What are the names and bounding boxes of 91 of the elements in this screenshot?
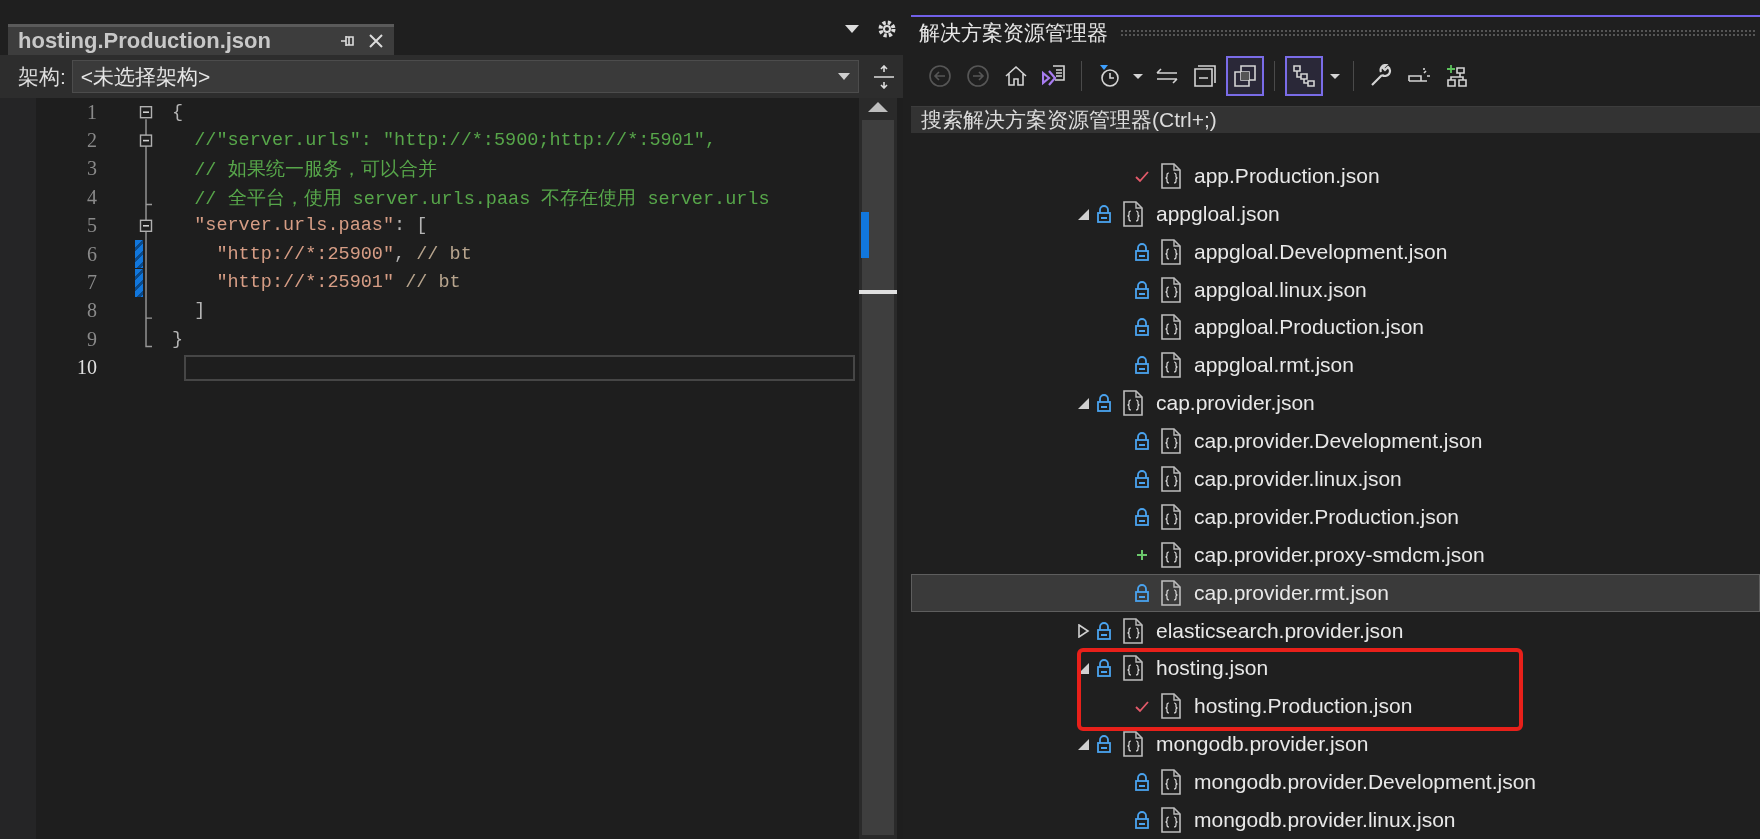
code-line: "server.urls.paas": [	[193, 215, 428, 237]
settings-icon[interactable]	[877, 19, 897, 39]
line-number: 7	[86, 271, 97, 295]
tree-item[interactable]: mongodb.provider.linux.json	[1194, 808, 1456, 833]
json-file-icon	[1160, 807, 1182, 834]
json-file-icon	[1160, 314, 1182, 341]
tree-item[interactable]: cap.provider.proxy-smdcm.json	[1194, 542, 1485, 567]
code-line: // 如果统一服务，可以合并	[193, 158, 437, 182]
fold-toggle[interactable]	[139, 106, 153, 119]
json-file-icon	[1160, 693, 1182, 720]
tree-item[interactable]: mongodb.provider.Development.json	[1194, 770, 1537, 795]
json-file-icon	[1160, 352, 1182, 379]
panel-title: 解决方案资源管理器	[919, 19, 1108, 46]
fold-toggle[interactable]	[139, 134, 153, 147]
scrollbar[interactable]	[859, 98, 897, 839]
tree-item[interactable]: cap.provider.json	[1156, 391, 1315, 416]
code-line: ]	[193, 300, 206, 322]
collapsed-arrow-icon[interactable]	[1076, 623, 1090, 638]
json-file-icon	[1160, 276, 1182, 303]
tree-item[interactable]: cap.provider.linux.json	[1194, 467, 1402, 492]
code-line: //"server.urls": "http://*:5900;http://*:5901",	[193, 130, 716, 152]
json-file-icon	[1122, 617, 1144, 644]
line-number: 8	[86, 299, 97, 323]
json-file-icon	[1160, 162, 1182, 189]
lock-icon	[1134, 318, 1150, 337]
tree-item[interactable]: app.Production.json	[1194, 163, 1380, 188]
dropdown-icon[interactable]	[845, 25, 859, 33]
json-file-icon	[1160, 541, 1182, 568]
selected-row[interactable]: cap.provider.rmt.json	[911, 573, 1760, 612]
lock-icon	[1134, 356, 1150, 375]
lock-icon	[1096, 621, 1112, 640]
expanded-arrow-icon[interactable]	[1076, 396, 1090, 411]
code-line: }	[171, 328, 184, 350]
lock-icon	[1134, 811, 1150, 830]
line-number: 10	[76, 356, 97, 380]
lock-icon	[1134, 773, 1150, 792]
line-number: 2	[86, 129, 97, 153]
json-file-icon	[1122, 731, 1144, 758]
line-number: 6	[86, 242, 97, 266]
tree-item[interactable]: hosting.Production.json	[1194, 694, 1413, 719]
line-number: 3	[86, 157, 97, 181]
copies-button[interactable]	[1226, 56, 1264, 96]
json-file-icon	[1160, 466, 1182, 493]
file-tab[interactable]: hosting.Production.json	[8, 24, 394, 55]
tree-item[interactable]: appgloal.json	[1156, 201, 1280, 226]
line-number: 5	[86, 214, 97, 238]
lock-icon	[1134, 242, 1150, 261]
code-line: "http://*:25900", // bt	[215, 243, 472, 265]
tree-item[interactable]: cap.provider.Production.json	[1194, 504, 1459, 529]
line-number: 9	[86, 327, 97, 351]
line-number: 1	[86, 100, 97, 124]
json-file-icon	[1122, 390, 1144, 417]
json-file-icon	[1122, 655, 1144, 682]
tree-item[interactable]: appgloal.Production.json	[1194, 315, 1424, 340]
code-line: // 全平台，使用 server.urls.paas 不存在使用 server.urls	[193, 187, 770, 210]
search-field[interactable]: 搜索解决方案资源管理器(Ctrl+;)	[911, 106, 1760, 133]
arch-dropdown[interactable]: <未选择架构>	[71, 60, 859, 93]
tree-item[interactable]: appgloal.Development.json	[1194, 239, 1448, 264]
lock-icon	[1096, 659, 1112, 678]
json-file-icon	[1160, 503, 1182, 530]
fold-toggle[interactable]	[139, 219, 153, 232]
arch-label: 架构:	[18, 63, 66, 90]
pin-icon[interactable]	[340, 34, 356, 48]
tree-item[interactable]: cap.provider.rmt.json	[1194, 580, 1389, 605]
json-file-icon	[1160, 579, 1182, 606]
code-line: "http://*:25901" // bt	[215, 272, 461, 294]
tree-item[interactable]: mongodb.provider.json	[1156, 732, 1369, 757]
json-file-icon	[1160, 769, 1182, 796]
lock-icon	[1134, 507, 1150, 526]
lock-icon	[1134, 583, 1150, 602]
close-icon[interactable]	[368, 33, 384, 49]
tree-item[interactable]: appgloal.linux.json	[1194, 277, 1367, 302]
code-line: {	[171, 101, 184, 123]
json-file-icon	[1122, 200, 1144, 227]
tree-item[interactable]: cap.provider.Development.json	[1194, 429, 1483, 454]
lock-icon	[1134, 432, 1150, 451]
tree-item[interactable]: appgloal.rmt.json	[1194, 353, 1354, 378]
lock-icon	[1096, 204, 1112, 223]
json-file-icon	[1160, 428, 1182, 455]
expanded-arrow-icon[interactable]	[1076, 737, 1090, 752]
tree-view-button[interactable]	[1285, 56, 1323, 96]
json-file-icon	[1160, 238, 1182, 265]
line-number: 4	[86, 185, 97, 209]
lock-icon	[1134, 280, 1150, 299]
tree-item[interactable]: hosting.json	[1156, 656, 1269, 681]
lock-icon	[1096, 394, 1112, 413]
caret-icon	[838, 73, 850, 80]
split-icon[interactable]	[873, 64, 895, 89]
lock-icon	[1134, 470, 1150, 489]
tree-item[interactable]: elasticsearch.provider.json	[1156, 618, 1404, 643]
lock-icon	[1096, 735, 1112, 754]
